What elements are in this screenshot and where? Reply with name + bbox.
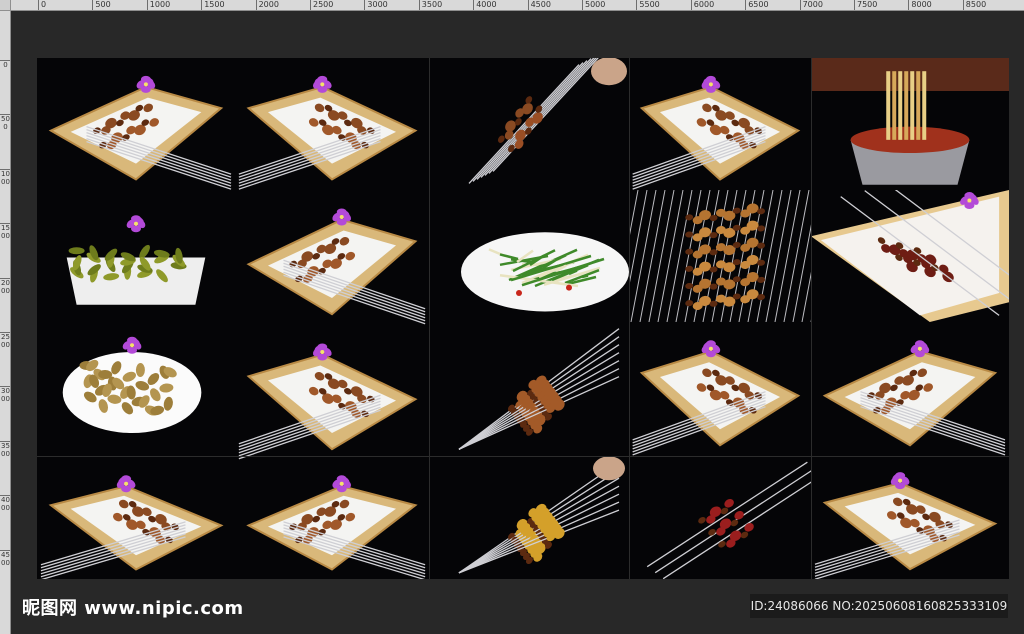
watermark-id: ID:24086066 NO:20250608160825333109 [750, 594, 1008, 618]
photo-skewers-bucket [811, 58, 1009, 190]
photo-graphic [40, 475, 224, 579]
photo-graphic [48, 75, 232, 190]
photo-graphic [238, 343, 418, 460]
photo-skewer-fan [429, 322, 629, 456]
photo-seam [429, 58, 430, 579]
ruler-tick-label: 1000 [0, 168, 10, 186]
ruler-tick-label: 6000 [690, 0, 714, 10]
ruler-tick-label: 2500 [310, 0, 333, 10]
photo-tray-skewers-4 [235, 190, 429, 325]
photo-graphic [632, 340, 801, 456]
photo-seam [37, 456, 1009, 457]
photo-tray-skewers-6 [629, 322, 811, 456]
ruler-tick-label: 2000 [0, 277, 10, 295]
photo-tray-skewers-7 [811, 322, 1009, 456]
photo-tray-skewers-8 [37, 460, 235, 579]
ruler-tick-label: 4500 [527, 0, 551, 10]
photo-graphic [246, 208, 426, 325]
ruler-tick-label: 6500 [745, 0, 769, 10]
photo-graphic [646, 461, 811, 579]
photo-tray-skewers-3 [629, 58, 811, 190]
ruler-tick-label: 5000 [582, 0, 605, 10]
photo-seam [629, 58, 630, 579]
photo-grill-rack [629, 190, 811, 322]
ruler-tick-label: 5500 [636, 0, 660, 10]
ruler-corner [0, 0, 11, 10]
ruler-tick-label: 0 [0, 60, 10, 69]
ruler-tick-label: 3500 [418, 0, 442, 10]
ruler-tick-label: 8500 [962, 0, 986, 10]
photo-graphic [822, 340, 1006, 456]
ruler-tick-label: 0 [38, 0, 46, 10]
photo-graphic [811, 58, 1009, 185]
ruler-tick-label: 3000 [0, 386, 10, 404]
photo-graphic [246, 475, 426, 579]
ruler-tick-label: 1500 [201, 0, 225, 10]
photo-graphic [468, 58, 627, 184]
photo-tray-skewers-10 [811, 456, 1009, 579]
ruler-tick-label: 3000 [364, 0, 388, 10]
photo-skewers-held [429, 58, 629, 190]
ruler-tick-label: 3500 [0, 440, 10, 458]
photo-graphic [814, 472, 998, 579]
artboard-photo-collage[interactable] [37, 58, 1009, 579]
photo-graphic [811, 190, 1009, 322]
ruler-tick-label: 1000 [146, 0, 170, 10]
photo-graphic [458, 328, 620, 450]
watermark-brand: 昵图网 www.nipic.com [22, 598, 244, 619]
ruler-tick-label: 8000 [908, 0, 932, 10]
photo-edamame-bowl [37, 190, 235, 325]
photo-graphic [66, 215, 206, 305]
photo-peanuts-plate [37, 325, 235, 460]
photo-meat-skewers-closeup [811, 190, 1009, 322]
ruler-tick-label: 7000 [799, 0, 823, 10]
photo-graphic [461, 232, 629, 312]
photo-graphic [238, 75, 418, 190]
ruler-tick-label: 4000 [0, 495, 10, 513]
photo-red-meat-skewers [629, 456, 811, 579]
ruler-tick-label: 500 [92, 0, 111, 10]
ruler-tick-label: 7500 [854, 0, 877, 10]
photo-tray-skewers-9 [235, 460, 429, 579]
ruler-tick-label: 2500 [0, 332, 10, 349]
ruler-tick-label: 500 [0, 114, 10, 132]
ruler-tick-label: 4000 [473, 0, 497, 10]
photo-salad-plate [429, 190, 629, 322]
photo-tray-skewers-1 [37, 58, 235, 190]
photo-tray-skewers-5 [235, 325, 429, 460]
photo-seam [811, 58, 812, 579]
ruler-tick-label: 4500 [0, 549, 10, 567]
ruler-tick-label: 2000 [255, 0, 279, 10]
horizontal-ruler: 0 500 1000 1500 2000 2500 3000 3500 4000 4500 5000… [0, 0, 1024, 11]
photo-corn-skewers [429, 456, 629, 579]
photo-graphic [62, 336, 202, 433]
photo-graphic [629, 190, 811, 322]
photo-graphic [632, 75, 801, 190]
photo-graphic [458, 456, 625, 574]
ruler-tick-label: 1500 [0, 223, 10, 241]
photo-tray-skewers-2 [235, 58, 429, 190]
vertical-ruler: 0 500 1000 1500 2000 2500 3000 3500 4000 4500 [0, 11, 11, 634]
